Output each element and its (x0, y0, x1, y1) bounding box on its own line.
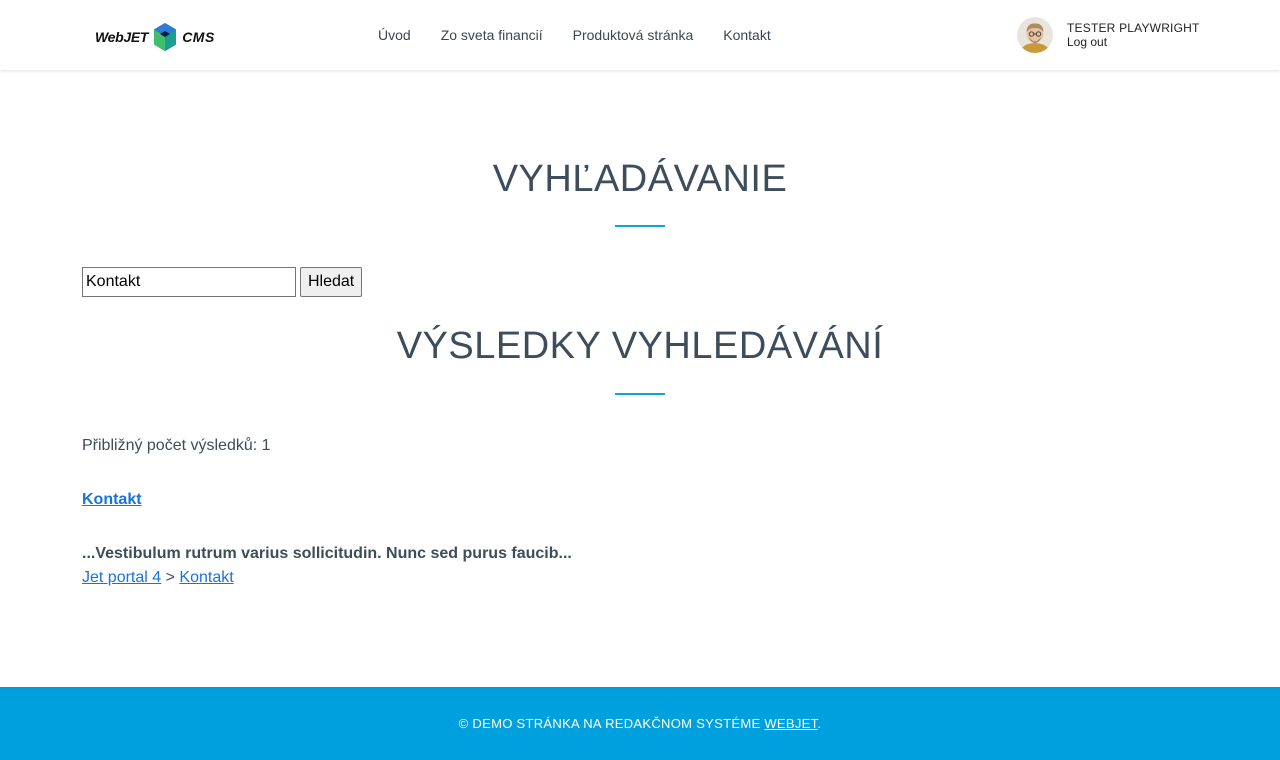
avatar[interactable] (1017, 17, 1053, 53)
breadcrumb-separator: > (165, 569, 175, 586)
user-info: TESTER PLAYWRIGHT Log out (1067, 21, 1200, 49)
webjet-logo[interactable]: WebJET CMS (95, 22, 215, 52)
nav-item-kontakt[interactable]: Kontakt (723, 27, 770, 43)
result-snippet: ...Vestibulum rutrum varius sollicitudin… (82, 545, 572, 562)
site-footer: © DEMO STRÁNKA NA REDAKČNOM SYSTÉME WEBJ… (0, 687, 1280, 760)
nav-item-zo-sveta-financii[interactable]: Zo sveta financií (441, 27, 543, 43)
nav-item-produktova-stranka[interactable]: Produktová stránka (573, 27, 694, 43)
footer-webjet-link[interactable]: WEBJET (764, 716, 817, 731)
results-heading: VÝSLEDKY VYHLEDÁVÁNÍ (396, 325, 884, 367)
nav-item-uvod[interactable]: Úvod (378, 27, 411, 43)
breadcrumb: Jet portal 4 > Kontakt (82, 569, 234, 587)
results-count: Přibližný počet výsledků: 1 (82, 437, 271, 454)
search-input[interactable] (82, 267, 296, 297)
search-button[interactable]: Hledat (300, 267, 363, 297)
search-form: Hledat (82, 267, 363, 297)
logout-link[interactable]: Log out (1067, 35, 1200, 49)
footer-copyright: © DEMO STRÁNKA NA REDAKČNOM SYSTÉME (458, 716, 765, 731)
results-heading-divider (615, 393, 665, 395)
user-menu: TESTER PLAYWRIGHT Log out (1017, 17, 1200, 53)
breadcrumb-item-jet-portal[interactable]: Jet portal 4 (82, 569, 161, 586)
logo-right-text: CMS (182, 29, 215, 45)
breadcrumb-item-kontakt[interactable]: Kontakt (179, 569, 233, 586)
footer-suffix: . (817, 716, 822, 731)
logo-left-text: WebJET (95, 29, 149, 45)
webjet-logo-icon (154, 23, 177, 51)
user-name: TESTER PLAYWRIGHT (1067, 21, 1200, 35)
main-nav: Úvod Zo sveta financií Produktová stránk… (378, 27, 801, 43)
user-avatar-icon (1017, 17, 1053, 53)
site-header: WebJET CMS Úvod Zo sveta financií Produk… (0, 0, 1280, 70)
heading-divider (615, 225, 665, 227)
search-heading: VYHĽADÁVANIE (492, 158, 788, 200)
result-title-link[interactable]: Kontakt (82, 491, 142, 509)
footer-text: © DEMO STRÁNKA NA REDAKČNOM SYSTÉME WEBJ… (459, 716, 822, 731)
